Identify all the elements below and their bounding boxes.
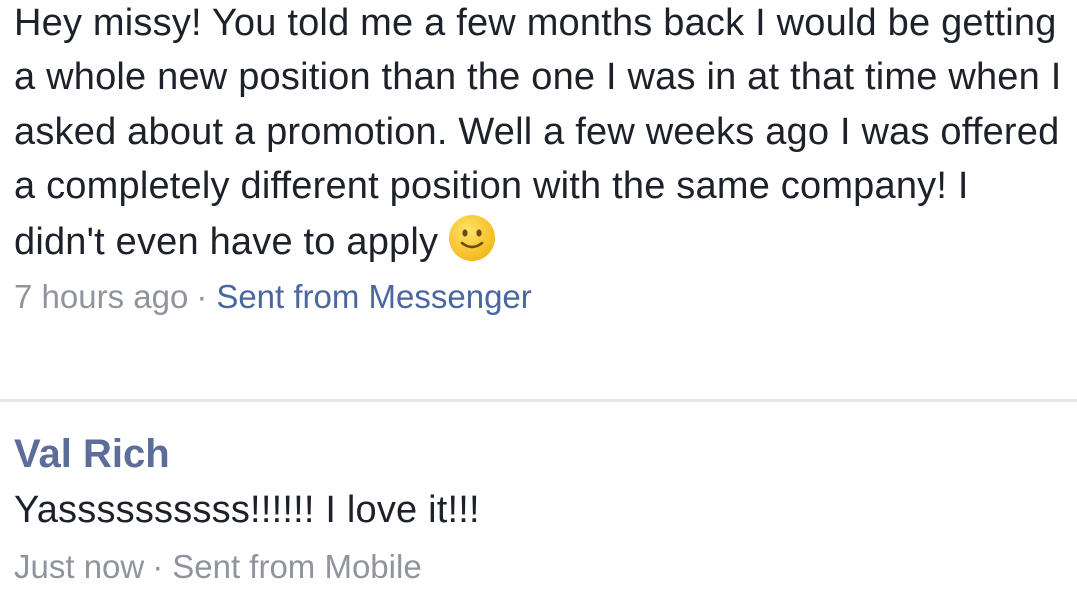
divider (0, 399, 1077, 402)
comment-item: Val Rich Yassssssssss!!!!!! I love it!!!… (14, 430, 1063, 587)
sent-from-mobile-label: Sent from Mobile (172, 548, 422, 585)
comment-text: Yassssssssss!!!!!! I love it!!! (14, 489, 480, 531)
comment-meta: 7 hours ago · Sent from Messenger (14, 277, 1063, 317)
comment-meta: Just now · Sent from Mobile (14, 547, 1063, 587)
timestamp: 7 hours ago (14, 278, 189, 316)
author-name-link[interactable]: Val Rich (14, 430, 1063, 478)
slightly-smiling-face-icon (448, 214, 496, 262)
separator-dot: · (152, 548, 164, 585)
comment-body: Hey missy! You told me a few months back… (14, 0, 1063, 269)
comment-item: Hey missy! You told me a few months back… (14, 0, 1063, 317)
separator-dot: · (196, 278, 208, 316)
timestamp: Just now (14, 548, 145, 585)
sent-from-messenger-link[interactable]: Sent from Messenger (216, 278, 531, 315)
comment-text: Hey missy! You told me a few months back… (14, 2, 1062, 263)
